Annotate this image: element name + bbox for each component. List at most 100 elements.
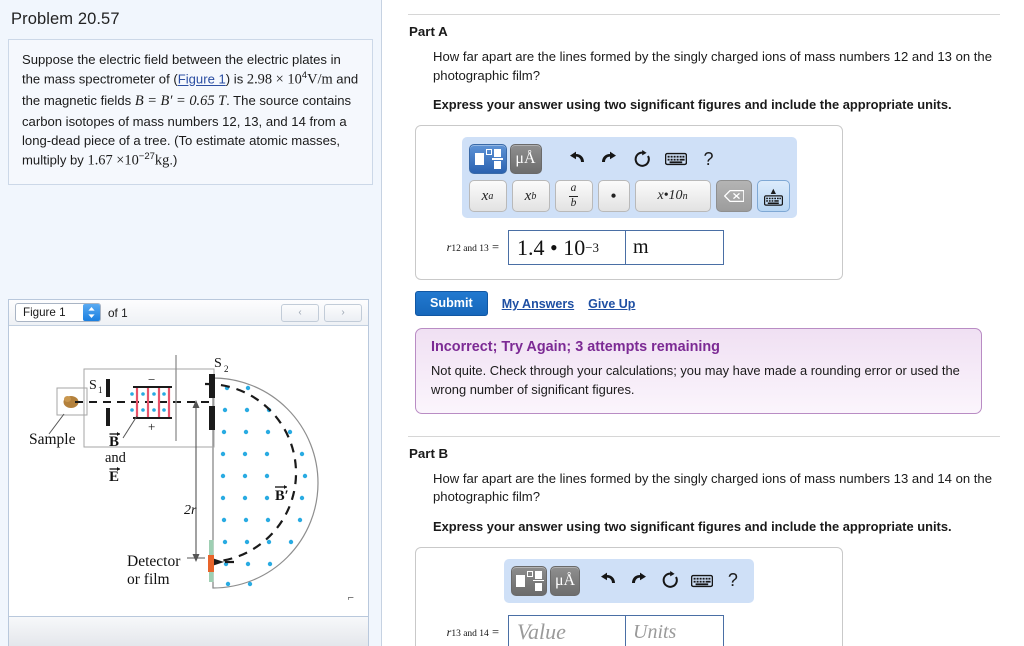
redo-arrow-icon[interactable] [625,567,653,595]
figure-module: Figure 1 of 1 ‹ › S 1 − + S 2 2r Sample … [8,299,369,646]
value-mantissa: 1.4 • 10 [517,234,586,260]
help-button[interactable]: ? [719,567,747,595]
problem-statement-text: Suppose the electric field between the e… [22,50,360,172]
part-a-units-input[interactable]: m [626,230,724,266]
part-a-feedback: Incorrect; Try Again; 3 attempts remaini… [415,328,982,414]
part-a-answer-row: r12 and 13 = 1.4 • 10 −3 m [416,218,842,266]
keyboard-icon[interactable] [661,145,691,173]
part-b-answer-label: r13 and 14 = [422,625,508,640]
problem-statement-box: Suppose the electric field between the e… [8,39,373,185]
figure-nav: ‹ › [281,303,362,322]
answer-subscript: 13 and 14 [451,628,489,639]
svg-text:E: E [109,469,119,485]
svg-text:B′: B′ [275,488,289,504]
part-b-body: How far apart are the lines formed by th… [382,461,1024,534]
part-a-actions: Submit My Answers Give Up [382,280,1024,317]
figure-footer-bar [9,616,368,646]
figure-count-label: of 1 [108,305,128,320]
give-up-link[interactable]: Give Up [588,297,635,311]
svg-text:−: − [148,372,155,387]
undo-arrow-icon[interactable] [594,567,622,595]
svg-text:1: 1 [98,385,103,395]
figure-select-value: Figure 1 [23,306,66,319]
multiply-dot-key[interactable]: • [597,180,630,213]
redo-arrow-icon[interactable] [595,145,625,173]
part-a-math-toolbar: μÅ ? x a x b a b • x•10 n ▲ [461,137,797,219]
page-title: Problem 20.57 [11,10,120,28]
part-a-body: How far apart are the lines formed by th… [382,39,1024,112]
svg-text:+: + [148,419,155,434]
atomic-mass-exponent: −27 [138,151,155,163]
value-placeholder: Value [517,619,566,645]
units-mu-angstrom-button[interactable]: μÅ [509,144,542,175]
math-toolbar-row-top: μÅ ? [468,142,790,176]
statement-seg-2: ) is [225,71,247,87]
value-exponent: −3 [585,239,600,255]
part-a-answer-label: r12 and 13 = [422,240,508,255]
figure-corner-mark: ⌐ [347,592,354,604]
scientific-notation-key[interactable]: x•10 n [634,180,711,213]
figure-select[interactable]: Figure 1 [15,303,101,322]
template-glyph [515,570,544,591]
part-a-answer-box: μÅ ? x a x b a b • x•10 n ▲ r12 and 13 =… [415,125,843,281]
feedback-title: Incorrect; Try Again; 3 attempts remaini… [431,339,720,356]
part-b-value-input[interactable]: Value [508,614,626,646]
part-b-instruction: Express your answer using two significan… [433,518,952,534]
svg-text:or film: or film [127,571,170,588]
svg-text:S: S [89,378,97,393]
mass-spectrometer-diagram: S 1 − + S 2 2r Sample B and E B′ Detecto… [29,355,319,589]
part-b-answer-box: μÅ ? r13 and 14 = Value Units [415,546,843,646]
part-a-heading: Part A [409,24,448,39]
magnetic-field-value: B = B′ = 0.65 T [134,92,227,109]
part-b-answer-row: r13 and 14 = Value Units [416,603,842,646]
statement-seg-5: .) [169,152,178,168]
answer-equals: = [488,240,499,255]
figure-prev-button[interactable]: ‹ [281,303,319,322]
part-b-question: How far apart are the lines formed by th… [433,470,992,505]
figure-toolbar: Figure 1 of 1 ‹ › [9,300,368,326]
question-panel: Part A How far apart are the lines forme… [382,0,1024,646]
part-b-heading: Part B [409,445,449,461]
units-mu-angstrom-button[interactable]: μÅ [549,565,581,596]
template-glyph [474,149,503,170]
label-sample: Sample [29,431,76,448]
page-root: Problem 20.57 Suppose the electric field… [0,0,1024,646]
math-template-icon[interactable] [468,144,507,175]
caret-up-icon: ▲ [768,185,778,196]
svg-text:2: 2 [224,364,229,374]
atomic-mass-unit: kg [154,152,170,169]
part-b-units-input[interactable]: Units [626,614,724,646]
atomic-mass-factor: 1.67 ×10 [87,152,139,169]
fraction-key[interactable]: ab [554,180,593,213]
submit-button[interactable]: Submit [415,291,488,317]
math-toolbar-row-keys: xa xb ab • x•10 n ▲ [468,176,790,213]
reset-circular-arrow-icon[interactable] [628,145,658,173]
backspace-key[interactable] [715,180,753,213]
electric-field-unit: V/m [307,71,333,88]
chevron-updown-icon [83,304,100,321]
svg-text:S: S [214,356,222,371]
electric-field-value: 2.98 × 10 [246,71,302,88]
superscript-key[interactable]: xa [468,180,507,213]
units-placeholder: Units [633,620,677,643]
keyboard-small-icon [763,194,783,206]
math-template-icon[interactable] [511,565,547,596]
svg-text:and: and [105,450,127,466]
undo-arrow-icon[interactable] [562,145,592,173]
my-answers-link[interactable]: My Answers [502,297,574,311]
help-button[interactable]: ? [694,145,724,173]
figure-next-button[interactable]: › [324,303,362,322]
answer-equals: = [488,624,499,639]
answer-subscript: 12 and 13 [451,244,489,255]
part-b-math-toolbar: μÅ ? [504,558,754,603]
figure-1-link[interactable]: Figure 1 [178,72,226,87]
reset-circular-arrow-icon[interactable] [656,567,684,595]
part-a-value-input[interactable]: 1.4 • 10 −3 [508,230,626,266]
figure-canvas[interactable]: S 1 − + S 2 2r Sample B and E B′ Detecto… [9,326,368,616]
svg-text:B: B [109,434,119,450]
subscript-key[interactable]: xb [511,180,550,213]
svg-text:2r: 2r [184,503,197,518]
keyboard-icon[interactable] [688,567,716,595]
problem-sidebar: Problem 20.57 Suppose the electric field… [0,0,382,646]
hide-keyboard-key[interactable]: ▲ [757,180,790,213]
